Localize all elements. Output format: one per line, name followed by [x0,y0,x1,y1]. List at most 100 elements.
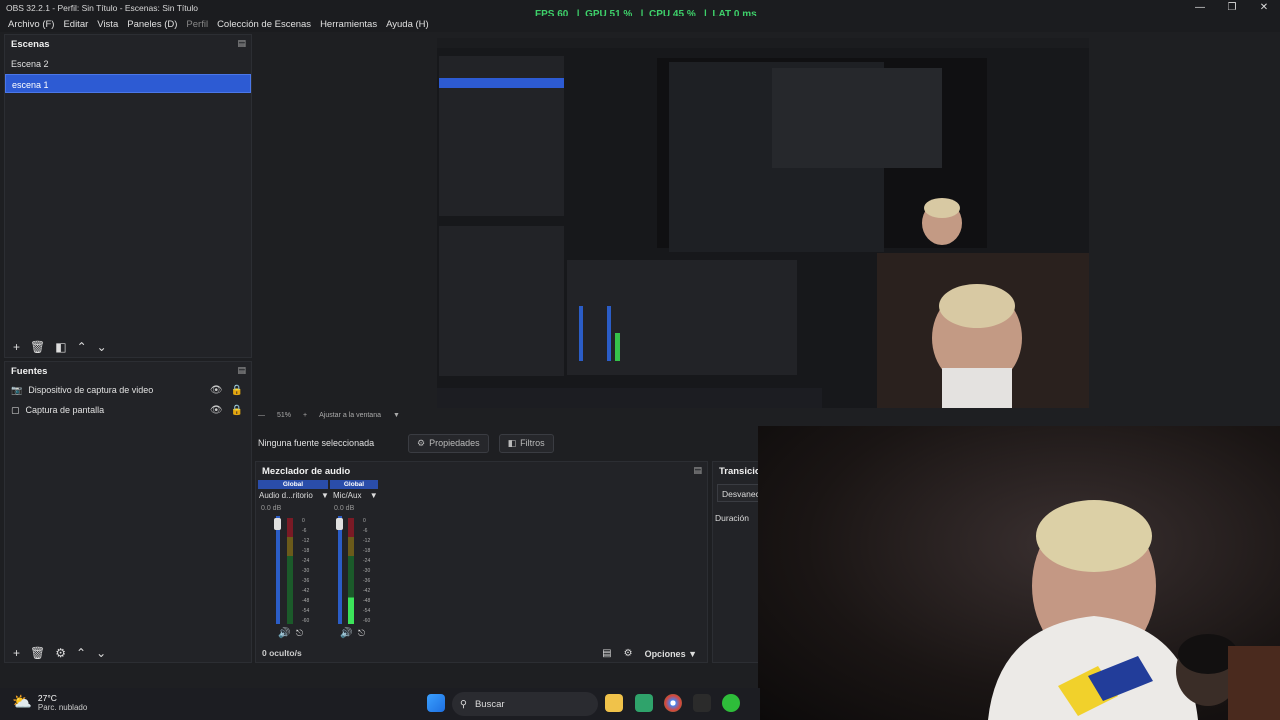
window-controls: — ❐ ✕ [1184,0,1280,14]
add-scene-icon[interactable]: + [13,340,20,354]
lock-icon[interactable]: 🔒 [231,405,243,416]
dock-icon[interactable]: ▤ [237,38,246,49]
chevron-down-icon: ▼ [321,491,329,500]
search-label: Buscar [474,698,505,710]
duration-label: Duración [715,513,750,523]
headphones-icon[interactable]: ⎋ [358,628,365,639]
zoom-bar: — 51% + Ajustar a la ventana ▼ [258,412,400,419]
weather-icon: ⛅ [12,694,32,711]
move-down-icon[interactable]: ⌄ [97,340,107,354]
volume-slider-knob[interactable] [336,518,343,530]
volume-slider[interactable] [338,516,342,624]
move-down-icon[interactable]: ⌄ [96,646,106,660]
temperature: 27°C [37,692,57,703]
weather-widget[interactable]: ⛅ 27°C Parc. nublado [12,692,87,712]
headphones-icon[interactable]: ⎋ [296,628,303,639]
source-item[interactable]: 📷 Dispositivo de captura de video 👁 🔒 [5,380,251,400]
mixer-title-text: Mezclador de audio [262,466,351,477]
source-item[interactable]: ▢ Captura de pantalla 👁 🔒 [5,400,251,420]
menu-coleccion-escenas[interactable]: Colección de Escenas [217,19,311,30]
no-source-label: Ninguna fuente seleccionada [258,438,375,448]
chevron-down-icon[interactable]: ▼ [393,412,400,419]
dock-icon[interactable]: ▤ [693,465,702,476]
window-title: OBS 32.2.1 - Perfil: Sin Título - Escena… [6,3,198,13]
advanced-audio-icon[interactable]: ⚙ [624,648,633,659]
store-icon[interactable] [635,694,653,712]
properties-bar: Ninguna fuente seleccionada ⚙ Propiedades… [258,432,758,454]
fit-to-window[interactable]: Ajustar a la ventana [319,412,381,419]
zoom-in-icon[interactable]: + [303,412,307,419]
scenes-toolbar: + 🗑 ◧ ⌃ ⌄ [13,340,107,354]
scenes-title: Escenas ▤ [5,35,251,53]
lock-icon[interactable]: 🔒 [231,385,243,396]
volume-slider-knob[interactable] [274,518,281,530]
transitions-panel: Transiciones Desvanecer Duración [712,461,762,663]
windows-start-icon[interactable] [427,694,445,712]
chrome-icon[interactable] [664,694,682,712]
options-button[interactable]: Opciones ▼ [645,649,697,659]
menu-vista[interactable]: Vista [97,19,118,30]
vu-scale: 0 -6 -12 -18 -24 -30 -36 -42 -48 -54 -60 [363,518,371,624]
transition-dropdown[interactable]: Desvanecer [717,484,761,502]
scene-item[interactable]: Escena 2 [5,54,251,73]
file-explorer-icon[interactable] [605,694,623,712]
weather-condition: Parc. nublado [37,702,88,712]
move-up-icon[interactable]: ⌃ [76,646,86,660]
speaker-icon[interactable]: 🔊 [278,628,290,639]
properties-label: Propiedades [429,438,480,448]
filters-label: Filtros [520,438,545,448]
move-up-icon[interactable]: ⌃ [77,340,87,354]
menu-bar: Archivo (F) Editar Vista Paneles (D) Per… [0,16,1280,32]
channel-name[interactable]: Mic/Aux ▼ [333,491,378,500]
filter-icon: ◧ [507,437,517,448]
sources-toolbar: + 🗑 ⚙ ⌃ ⌄ [13,646,106,660]
menu-ayuda[interactable]: Ayuda (H) [386,19,429,30]
settings-gear-icon[interactable]: ⚙ [55,646,66,660]
remove-scene-icon[interactable]: 🗑 [30,340,45,354]
scenes-title-text: Escenas [11,39,50,50]
add-source-icon[interactable]: + [13,646,20,660]
scenes-panel: Escenas ▤ Escena 2 escena 1 + 🗑 ◧ ⌃ ⌄ [4,34,252,358]
preview-canvas[interactable] [437,38,1089,408]
filter-icon[interactable]: ◧ [55,340,66,354]
whatsapp-icon[interactable] [722,694,740,712]
app-icon[interactable] [693,694,711,712]
menu-archivo[interactable]: Archivo (F) [8,19,54,30]
close-icon[interactable]: ✕ [1248,0,1280,14]
mixer-title: Mezclador de audio ▤ [256,462,707,480]
visibility-icon[interactable]: 👁 [210,385,223,396]
channel-tag: Global [258,480,328,489]
remove-source-icon[interactable]: 🗑 [30,646,45,660]
source-label: Captura de pantalla [25,405,105,415]
filters-button[interactable]: ◧ Filtros [498,433,554,453]
volume-slider[interactable] [276,516,280,624]
audio-mixer-panel: Mezclador de audio ▤ Global Global Audio… [255,461,708,663]
zoom-out-icon[interactable]: — [258,412,265,419]
hidden-count[interactable]: 0 oculto/s [262,648,302,658]
channel-db: 0.0 dB [261,505,282,512]
layout-icon[interactable]: ▤ [602,648,611,659]
menu-paneles[interactable]: Paneles (D) [127,19,177,30]
sources-title-text: Fuentes [11,366,48,377]
source-label: Dispositivo de captura de video [28,385,154,395]
dock-icon[interactable]: ▤ [237,365,246,376]
menu-perfil[interactable]: Perfil [186,19,208,30]
visibility-icon[interactable]: 👁 [210,405,223,416]
channel-tag: Global [330,480,378,489]
properties-button[interactable]: ⚙ Propiedades [408,433,489,453]
menu-herramientas[interactable]: Herramientas [320,19,377,30]
taskbar: ⛅ 27°C Parc. nublado ⚲ Buscar [0,688,760,720]
channel-name[interactable]: Audio d...ritorio ▼ [259,491,329,500]
zoom-level: 51% [277,412,292,419]
gear-icon: ⚙ [417,437,426,448]
vu-meter [348,518,354,624]
title-bar: OBS 32.2.1 - Perfil: Sin Título - Escena… [0,0,1280,20]
maximize-icon[interactable]: ❐ [1216,0,1248,14]
sources-panel: Fuentes ▤ 📷 Dispositivo de captura de vi… [4,361,252,663]
taskbar-search[interactable]: ⚲ Buscar [452,692,598,716]
menu-editar[interactable]: Editar [63,19,88,30]
minimize-icon[interactable]: — [1184,0,1216,14]
speaker-icon[interactable]: 🔊 [340,628,352,639]
scene-item-selected[interactable]: escena 1 [5,74,251,93]
mixer-toolbar: ▤ ⚙ Opciones ▼ [602,648,697,659]
